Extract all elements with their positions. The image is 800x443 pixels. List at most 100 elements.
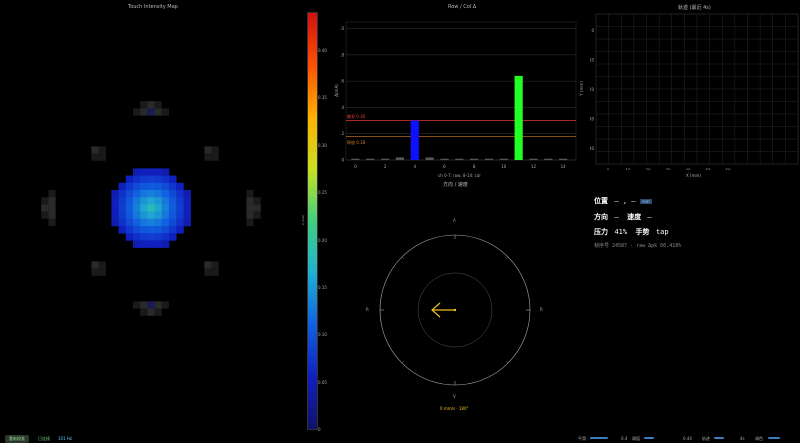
heatmap-cell xyxy=(111,218,119,227)
colorbar xyxy=(307,12,318,430)
heatmap-cell xyxy=(133,190,141,198)
heatmap-cell xyxy=(169,218,177,227)
heatmap-ghost-cell xyxy=(211,146,219,154)
heatmap-ghost-cell xyxy=(253,211,261,219)
heatmap-cell xyxy=(183,204,191,212)
heatmap-cell xyxy=(111,204,119,212)
heatmap-cell xyxy=(154,175,163,184)
heatmap-cell xyxy=(133,240,141,248)
compass-e: R xyxy=(540,307,543,312)
bar-11 xyxy=(514,75,523,160)
heatmap-ghost-cell xyxy=(140,108,148,116)
bar-chart-ylabel: Δ(mA) xyxy=(333,84,339,97)
heatmap-cell xyxy=(133,168,141,176)
heatmap-ghost-cell xyxy=(147,101,155,109)
heatmap xyxy=(41,101,261,316)
heatmap-cell xyxy=(161,218,170,227)
heatmap-cell xyxy=(140,218,148,227)
heatmap-cell xyxy=(118,211,127,220)
heatmap-cell xyxy=(140,197,148,205)
threshold-low-label: 释放 0.18 xyxy=(347,140,366,145)
heatmap-cell xyxy=(140,168,148,176)
heatmap-ghost-cell xyxy=(246,197,254,205)
heatmap-cell xyxy=(147,190,155,198)
direction-value: — xyxy=(614,213,619,221)
colorbar-tick: 0.20 xyxy=(318,237,327,243)
threshold-high-label: 触发 0.30 xyxy=(347,114,366,119)
bar-1 xyxy=(366,158,375,160)
smooth-slider[interactable] xyxy=(590,437,608,439)
bar-7 xyxy=(455,158,464,160)
heatmap-cell xyxy=(183,211,191,220)
traj-y-tick: 40 xyxy=(590,146,594,151)
heatmap-cell xyxy=(140,190,148,198)
heatmap-ghost-cell xyxy=(211,153,219,161)
heatmap-cell xyxy=(169,233,177,241)
theme-slider[interactable] xyxy=(768,437,780,439)
heatmap-title: Touch Intensity Map xyxy=(128,4,178,10)
connection-status: 已连接 xyxy=(38,436,50,441)
heatmap-cell xyxy=(169,226,177,234)
heatmap-cell xyxy=(147,226,155,234)
heatmap-ghost-cell xyxy=(246,211,254,219)
heatmap-cell xyxy=(118,197,127,205)
position-badge: mm xyxy=(639,199,652,204)
sample-rate: 101 Hz xyxy=(58,436,73,441)
recalibrate-button[interactable]: 重新校准 xyxy=(5,435,29,443)
heatmap-cell xyxy=(118,226,127,234)
bar-6 xyxy=(440,158,449,160)
heatmap-cell xyxy=(133,211,141,220)
gesture-label: 手势 xyxy=(635,228,650,236)
bar-5 xyxy=(425,157,434,160)
pressure-value: 41% xyxy=(614,228,628,236)
heatmap-cell xyxy=(183,190,191,198)
threshold-slider[interactable] xyxy=(644,437,654,439)
heatmap-cell xyxy=(133,182,141,191)
trail-slider[interactable] xyxy=(714,437,724,439)
bar-0 xyxy=(351,158,360,160)
heatmap-ghost-cell xyxy=(147,108,155,116)
trajectory-title: 轨迹 (最近 4s) xyxy=(678,5,711,11)
position-label: 位置 xyxy=(594,197,608,205)
heatmap-cell xyxy=(154,218,163,227)
heatmap-cell xyxy=(183,197,191,205)
traj-y-tick: 10 xyxy=(590,58,594,63)
heatmap-cell xyxy=(169,190,177,198)
heatmap-cell xyxy=(154,197,163,205)
bar-y-tick: 0.6 xyxy=(340,79,344,84)
heatmap-ghost-cell xyxy=(98,268,106,276)
traj-x-tick: 50 xyxy=(705,168,711,170)
trajectory-ylabel: Y (mm) xyxy=(578,81,584,96)
colorbar-tick: 0.40 xyxy=(318,48,327,53)
heatmap-cell xyxy=(147,240,155,248)
frame-line: 帧序号 24587 · raw Δpk 60.418% xyxy=(594,243,682,249)
heatmap-ghost-cell xyxy=(91,268,99,276)
colorbar-label: A (mA) xyxy=(301,214,306,226)
heatmap-cell xyxy=(161,168,170,176)
heatmap-cell xyxy=(111,190,119,198)
speed-value: — xyxy=(647,213,652,221)
bar-x-tick: 6 xyxy=(443,164,446,169)
heatmap-cell xyxy=(147,211,155,220)
position-value: — , — xyxy=(614,197,636,205)
heatmap-cell xyxy=(161,211,170,220)
heatmap-cell xyxy=(169,182,177,191)
heatmap-cell xyxy=(125,197,134,205)
heatmap-cell xyxy=(161,190,170,198)
direction-label: 方向 xyxy=(594,213,608,221)
heatmap-ghost-cell xyxy=(161,108,169,116)
heatmap-ghost-cell xyxy=(91,153,99,161)
heatmap-cell xyxy=(161,175,170,184)
gesture-value: tap xyxy=(655,228,669,236)
heatmap-cell xyxy=(125,218,134,227)
direction-arrow xyxy=(431,302,457,318)
heatmap-ghost-cell xyxy=(204,268,212,276)
heatmap-ghost-cell xyxy=(133,301,141,309)
bar-y-tick: 0.8 xyxy=(340,52,344,57)
heatmap-cell xyxy=(118,182,127,191)
heatmap-ghost-cell xyxy=(154,108,162,116)
heatmap-cell xyxy=(147,182,155,191)
heatmap-cell xyxy=(147,233,155,241)
traj-y-tick: 0 xyxy=(591,28,594,33)
bar-y-tick: 0.4 xyxy=(340,105,344,110)
